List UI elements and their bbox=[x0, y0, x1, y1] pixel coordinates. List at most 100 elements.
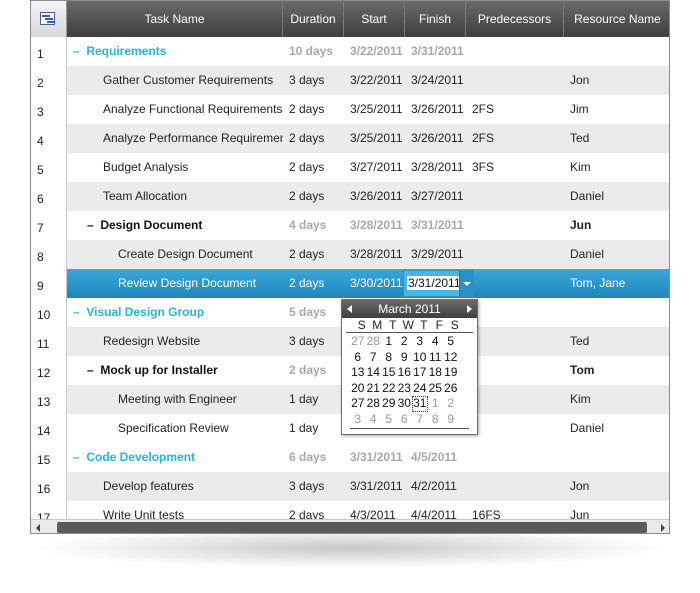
task-cell[interactable]: Analyze Performance Requirement bbox=[67, 124, 283, 153]
calendar-day[interactable]: 3 bbox=[350, 412, 366, 428]
resource-cell[interactable]: Ted bbox=[564, 327, 669, 356]
calendar-day[interactable]: 21 bbox=[366, 381, 382, 397]
resource-cell[interactable]: Tom bbox=[564, 356, 669, 385]
calendar-day[interactable]: 5 bbox=[381, 412, 397, 428]
table-row[interactable]: 4 Analyze Performance Requirement 2 days… bbox=[31, 124, 669, 153]
predecessors-cell[interactable]: 2FS bbox=[466, 124, 564, 153]
calendar-day[interactable]: 24 bbox=[412, 381, 428, 397]
finish-cell[interactable]: 3/29/2011 bbox=[405, 240, 466, 269]
collapse-icon[interactable]: – bbox=[73, 298, 83, 327]
table-row[interactable]: 6 Team Allocation 2 days 3/26/2011 3/27/… bbox=[31, 182, 669, 211]
calendar-day[interactable]: 11 bbox=[428, 350, 444, 366]
calendar-day[interactable]: 15 bbox=[381, 365, 397, 381]
predecessors-cell[interactable]: 3FS bbox=[466, 153, 564, 182]
start-cell[interactable]: 3/25/2011 bbox=[344, 124, 405, 153]
task-cell[interactable]: – Code Development bbox=[67, 443, 283, 472]
predecessors-cell[interactable] bbox=[466, 356, 564, 385]
duration-cell[interactable]: 2 days bbox=[283, 356, 344, 385]
predecessors-cell[interactable] bbox=[466, 472, 564, 501]
calendar-day[interactable]: 29 bbox=[381, 396, 397, 412]
duration-cell[interactable]: 2 days bbox=[283, 124, 344, 153]
calendar-day[interactable]: 8 bbox=[428, 412, 444, 428]
calendar-day[interactable]: 25 bbox=[428, 381, 444, 397]
prev-month-icon[interactable] bbox=[342, 300, 358, 318]
calendar-day[interactable]: 13 bbox=[350, 365, 366, 381]
predecessors-cell[interactable] bbox=[466, 66, 564, 95]
table-row[interactable]: 16 Develop features 3 days 3/31/2011 4/2… bbox=[31, 472, 669, 501]
col-header-duration[interactable]: Duration bbox=[283, 1, 344, 37]
horizontal-scrollbar[interactable] bbox=[31, 519, 669, 533]
task-cell[interactable]: Meeting with Engineer bbox=[67, 385, 283, 414]
duration-cell[interactable]: 2 days bbox=[283, 269, 344, 298]
table-row[interactable]: 8 Create Design Document 2 days 3/28/201… bbox=[31, 240, 669, 269]
col-header-finish[interactable]: Finish bbox=[405, 1, 466, 37]
finish-cell[interactable]: 3/28/2011 bbox=[405, 153, 466, 182]
dropdown-arrow-icon[interactable] bbox=[459, 271, 473, 296]
calendar-day[interactable]: 7 bbox=[366, 350, 382, 366]
calendar-day[interactable]: 17 bbox=[412, 365, 428, 381]
col-header-start[interactable]: Start bbox=[344, 1, 405, 37]
calendar-day[interactable]: 6 bbox=[350, 350, 366, 366]
duration-cell[interactable]: 3 days bbox=[283, 472, 344, 501]
scroll-right-icon[interactable] bbox=[655, 520, 669, 533]
finish-cell[interactable]: 3/31/2011 bbox=[405, 37, 466, 66]
calendar-month-label[interactable]: March 2011 bbox=[378, 302, 440, 316]
task-cell[interactable]: – Requirements bbox=[67, 37, 283, 66]
resource-cell[interactable]: Jun bbox=[564, 211, 669, 240]
finish-cell[interactable]: 3/26/2011 bbox=[405, 124, 466, 153]
predecessors-cell[interactable] bbox=[466, 414, 564, 443]
duration-cell[interactable]: 2 days bbox=[283, 240, 344, 269]
task-cell[interactable]: – Design Document bbox=[67, 211, 283, 240]
start-cell[interactable]: 3/22/2011 bbox=[344, 66, 405, 95]
finish-cell[interactable]: 3/27/2011 bbox=[405, 182, 466, 211]
duration-cell[interactable]: 3 days bbox=[283, 327, 344, 356]
calendar-day[interactable]: 1 bbox=[381, 334, 397, 350]
predecessors-cell[interactable] bbox=[466, 211, 564, 240]
start-cell[interactable]: 3/27/2011 bbox=[344, 153, 405, 182]
duration-cell[interactable]: 1 day bbox=[283, 385, 344, 414]
collapse-icon[interactable]: – bbox=[87, 356, 97, 385]
calendar-day[interactable]: 18 bbox=[428, 365, 444, 381]
table-row[interactable]: 2 Gather Customer Requirements 3 days 3/… bbox=[31, 66, 669, 95]
calendar-day[interactable]: 1 bbox=[428, 396, 444, 412]
predecessors-cell[interactable] bbox=[466, 37, 564, 66]
calendar-day[interactable]: 10 bbox=[412, 350, 428, 366]
task-cell[interactable]: Redesign Website bbox=[67, 327, 283, 356]
resource-cell[interactable] bbox=[564, 37, 669, 66]
start-cell[interactable]: 3/30/2011 bbox=[344, 269, 405, 298]
finish-cell[interactable]: 3/26/2011 bbox=[405, 95, 466, 124]
task-cell[interactable]: – Mock up for Installer bbox=[67, 356, 283, 385]
duration-cell[interactable]: 4 days bbox=[283, 211, 344, 240]
calendar-day[interactable]: 28 bbox=[366, 396, 382, 412]
task-cell[interactable]: Team Allocation bbox=[67, 182, 283, 211]
resource-cell[interactable]: Daniel bbox=[564, 414, 669, 443]
table-row[interactable]: 15 – Code Development 6 days 3/31/2011 4… bbox=[31, 443, 669, 472]
predecessors-cell[interactable]: 2FS bbox=[466, 95, 564, 124]
resource-cell[interactable]: Daniel bbox=[564, 182, 669, 211]
start-cell[interactable]: 3/31/2011 bbox=[344, 472, 405, 501]
table-row[interactable]: 5 Budget Analysis 2 days 3/27/2011 3/28/… bbox=[31, 153, 669, 182]
table-row[interactable]: 7 – Design Document 4 days 3/28/2011 3/3… bbox=[31, 211, 669, 240]
start-cell[interactable]: 3/25/2011 bbox=[344, 95, 405, 124]
finish-cell[interactable]: 3/31/2011 bbox=[405, 211, 466, 240]
predecessors-cell[interactable] bbox=[466, 240, 564, 269]
task-cell[interactable]: Create Design Document bbox=[67, 240, 283, 269]
predecessors-cell[interactable] bbox=[466, 298, 564, 327]
start-cell[interactable]: 3/26/2011 bbox=[344, 182, 405, 211]
start-cell[interactable]: 3/28/2011 bbox=[344, 211, 405, 240]
task-cell[interactable]: – Visual Design Group bbox=[67, 298, 283, 327]
finish-cell[interactable]: 4/2/2011 bbox=[405, 472, 466, 501]
calendar-day[interactable]: 9 bbox=[443, 412, 459, 428]
calendar-day[interactable]: 7 bbox=[412, 412, 428, 428]
col-header-task-name[interactable]: Task Name bbox=[67, 1, 283, 37]
calendar-day[interactable]: 6 bbox=[397, 412, 413, 428]
duration-cell[interactable]: 2 days bbox=[283, 95, 344, 124]
calendar-day[interactable]: 5 bbox=[443, 334, 459, 350]
calendar-day[interactable]: 14 bbox=[366, 365, 382, 381]
calendar-day[interactable]: 16 bbox=[397, 365, 413, 381]
calendar-day[interactable]: 19 bbox=[443, 365, 459, 381]
calendar-day[interactable]: 2 bbox=[443, 396, 459, 412]
task-cell[interactable]: Gather Customer Requirements bbox=[67, 66, 283, 95]
task-cell[interactable]: Develop features bbox=[67, 472, 283, 501]
predecessors-cell[interactable] bbox=[466, 385, 564, 414]
